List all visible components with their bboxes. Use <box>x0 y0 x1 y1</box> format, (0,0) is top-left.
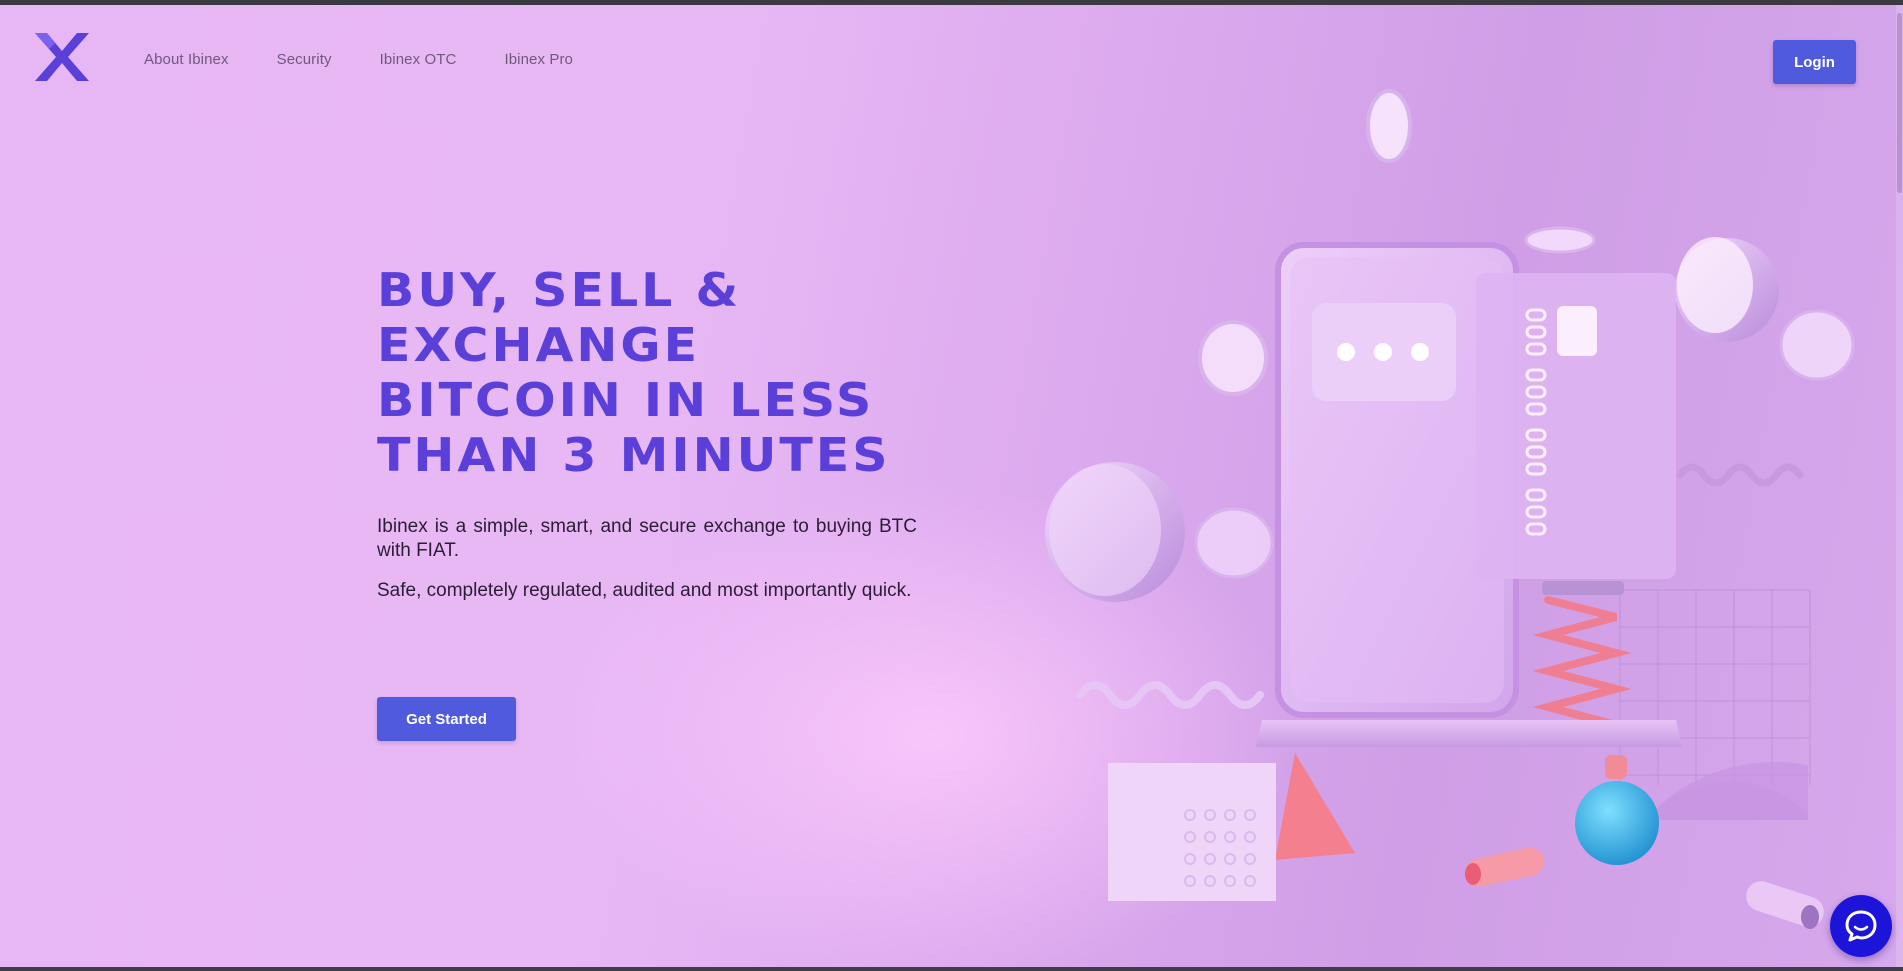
headline-line-4: THAN 3 MINUTES <box>377 428 891 483</box>
get-started-button[interactable]: Get Started <box>377 697 516 741</box>
headline-line-1: BUY, SELL & <box>377 263 742 318</box>
hero-description: Ibinex is a simple, smart, and secure ex… <box>377 516 917 561</box>
scrollbar-thumb[interactable] <box>1897 13 1902 193</box>
nav-security[interactable]: Security <box>277 51 332 68</box>
headline-line-3: BITCOIN IN LESS <box>377 373 875 428</box>
browser-bottom-edge <box>0 967 1903 971</box>
hero-headline: BUY, SELL & EXCHANGE BITCOIN IN LESS THA… <box>377 263 937 483</box>
page-scrollbar[interactable] <box>1896 5 1903 967</box>
main-nav: About Ibinex Security Ibinex OTC Ibinex … <box>144 51 573 68</box>
headline-line-2: EXCHANGE <box>377 318 701 373</box>
support-chat-button[interactable] <box>1830 895 1892 957</box>
hero-page: About Ibinex Security Ibinex OTC Ibinex … <box>0 5 1903 967</box>
nav-otc[interactable]: Ibinex OTC <box>380 51 457 68</box>
hero-subdescription: Safe, completely regulated, audited and … <box>377 580 912 601</box>
hero-illustration <box>1045 89 1855 929</box>
nav-pro[interactable]: Ibinex Pro <box>504 51 573 68</box>
ibinex-logo-icon[interactable] <box>35 33 89 81</box>
nav-about[interactable]: About Ibinex <box>144 51 229 68</box>
chat-bubble-icon <box>1845 910 1877 942</box>
